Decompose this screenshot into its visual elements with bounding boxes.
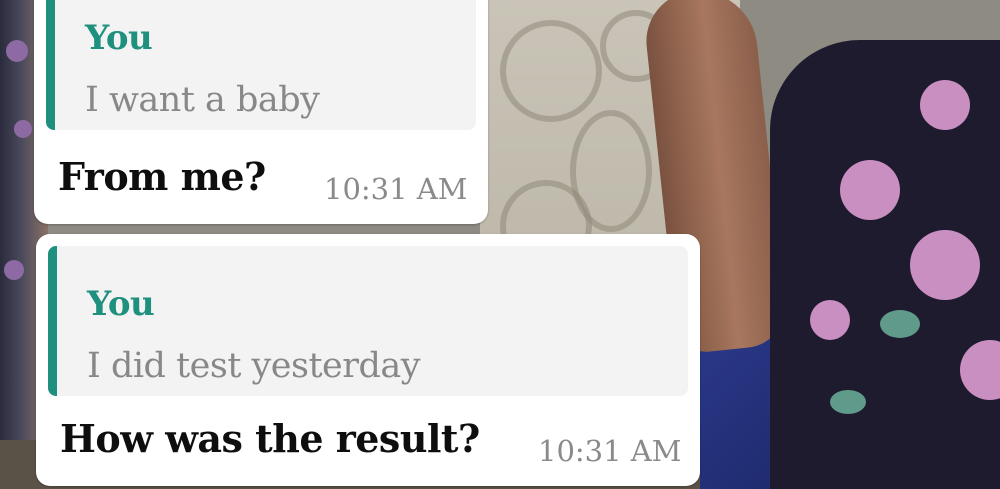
quoted-text: I did test yesterday — [87, 346, 421, 386]
message-timestamp: 10:31 AM — [324, 172, 468, 206]
quoted-reply[interactable]: You I want a baby — [46, 0, 476, 130]
message-timestamp: 10:31 AM — [538, 434, 682, 468]
message-text: How was the result? — [60, 416, 480, 461]
quoted-text: I want a baby — [85, 80, 320, 120]
message-bubble[interactable]: You I want a baby From me? 10:31 AM — [34, 0, 488, 224]
background-floral-blouse — [770, 40, 1000, 489]
quoted-author: You — [87, 284, 155, 324]
quoted-author: You — [85, 18, 153, 58]
message-bubble[interactable]: You I did test yesterday How was the res… — [36, 234, 700, 486]
message-text: From me? — [58, 154, 266, 199]
quoted-reply[interactable]: You I did test yesterday — [48, 246, 688, 396]
